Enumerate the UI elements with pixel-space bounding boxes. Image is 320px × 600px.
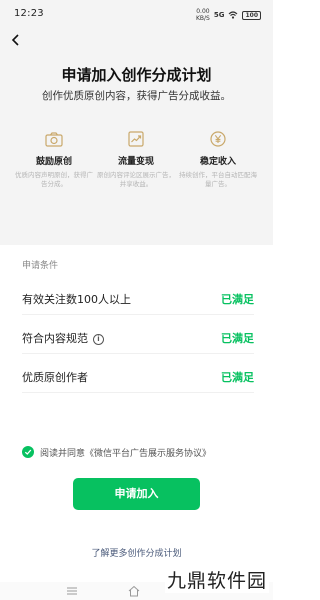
learn-more-link[interactable]: 了解更多创作分成计划 <box>0 546 273 559</box>
apply-button[interactable]: 申请加入 <box>73 478 200 510</box>
status-badge: 已满足 <box>221 293 254 306</box>
page-title: 申请加入创作分成计划 <box>61 66 212 84</box>
agreement-checkbox[interactable]: 阅读并同意《微信平台广告展示服务协议》 <box>22 445 262 459</box>
condition-row-followers: 有效关注数100人以上 已满足 <box>22 283 254 315</box>
home-icon[interactable] <box>128 585 140 597</box>
battery-icon: 100 <box>242 10 261 20</box>
page-subtitle: 创作优质原创内容，获得广告分成收益。 <box>42 90 231 102</box>
trend-chart-icon <box>128 131 144 147</box>
feature-label: 流量变现 <box>117 157 154 167</box>
feature-desc: 原创内容评论区展示广告，并享收益。 <box>97 171 175 188</box>
info-icon[interactable]: i <box>93 334 104 345</box>
watermark: 九鼎软件园 <box>164 566 269 593</box>
status-badge: 已满足 <box>221 371 254 384</box>
feature-list: 鼓励原创 优质内容声明原创，获得广告分成。 流量变现 原创内容评论区展示广告，并… <box>0 128 273 208</box>
status-bar: 12:23 0.00 KB/S 5G 100 <box>0 0 273 28</box>
feature-desc: 优质内容声明原创，获得广告分成。 <box>15 171 93 188</box>
condition-label: 优质原创作者 <box>22 371 88 384</box>
feature-stable-income: 稳定收入 持续创作，平台自动匹配海量广告。 <box>178 128 258 189</box>
back-button[interactable] <box>6 30 26 50</box>
condition-row-content-rules: 符合内容规范 i 已满足 <box>22 322 254 354</box>
feature-label: 稳定收入 <box>199 157 236 167</box>
network-speed: 0.00 KB/S <box>195 8 210 22</box>
condition-label: 有效关注数100人以上 <box>22 293 131 306</box>
header-area <box>0 0 273 245</box>
status-indicators: 0.00 KB/S 5G 100 <box>196 8 261 22</box>
status-time: 12:23 <box>14 8 44 19</box>
section-label: 申请条件 <box>22 261 59 271</box>
menu-icon[interactable] <box>66 587 78 595</box>
feature-desc: 持续创作，平台自动匹配海量广告。 <box>179 171 257 188</box>
agreement-text[interactable]: 阅读并同意《微信平台广告展示服务协议》 <box>40 446 211 459</box>
yen-coin-icon <box>210 131 226 147</box>
condition-label: 符合内容规范 i <box>22 330 104 346</box>
status-badge: 已满足 <box>221 332 254 345</box>
wifi-icon <box>229 11 238 19</box>
signal-icon: 5G <box>213 11 225 19</box>
feature-encourage-original: 鼓励原创 优质内容声明原创，获得广告分成。 <box>14 128 94 189</box>
checkmark-icon[interactable] <box>22 446 34 458</box>
camera-icon <box>45 131 63 147</box>
chevron-left-icon <box>11 34 19 46</box>
feature-traffic-monetize: 流量变现 原创内容评论区展示广告，并享收益。 <box>96 128 176 189</box>
feature-label: 鼓励原创 <box>35 157 72 167</box>
condition-row-original-author: 优质原创作者 已满足 <box>22 361 254 393</box>
